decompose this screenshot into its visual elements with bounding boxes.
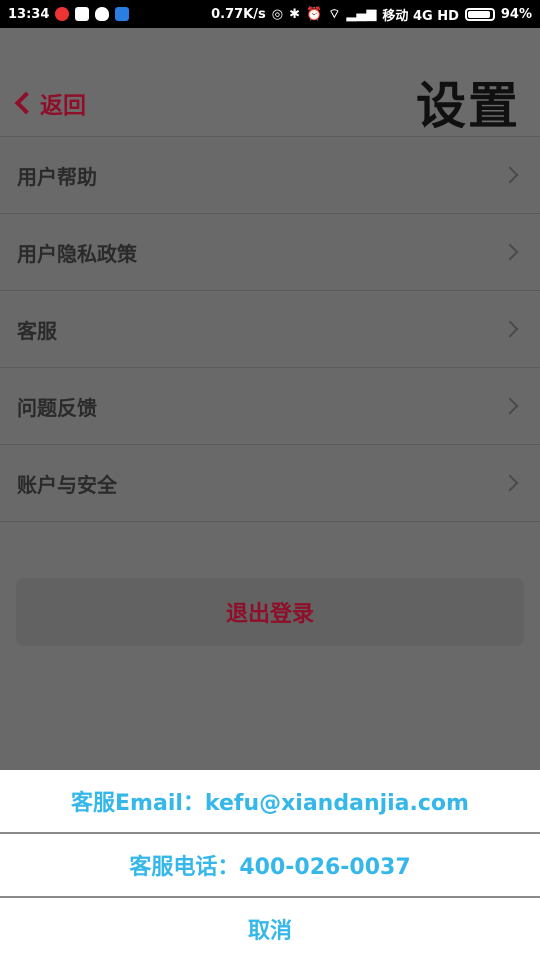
- app-notification-icon: [75, 7, 90, 21]
- wifi-icon: ⌔: [328, 7, 341, 22]
- network-speed: 0.77K/s: [211, 6, 266, 22]
- signal-icon: ▂▄▆: [346, 6, 377, 22]
- menu-item-label: 客服: [17, 318, 57, 343]
- app-icon: [115, 7, 130, 21]
- status-bar: 13:34 0.77K/s ◎ ✱ ⏰ ⌔ ▂▄▆ 移动 4G HD 94%: [0, 0, 540, 28]
- bluetooth-icon: ✱: [289, 6, 300, 22]
- email-option[interactable]: 客服Email：kefu@xiandanjia.com: [0, 770, 540, 832]
- back-button[interactable]: 返回: [12, 86, 86, 120]
- logout-button[interactable]: 退出登录: [16, 578, 524, 646]
- menu-item-label: 用户隐私政策: [17, 241, 137, 266]
- menu-item-account-security[interactable]: 账户与安全: [0, 445, 540, 522]
- contact-action-sheet: 客服Email：kefu@xiandanjia.com 客服电话：400-026…: [0, 770, 540, 960]
- status-time: 13:34: [8, 6, 50, 22]
- hotspot-icon: ◎: [271, 6, 284, 22]
- navigation-header: 返回 设置: [0, 28, 540, 137]
- chevron-right-icon: [501, 243, 519, 261]
- chevron-right-icon: [501, 166, 519, 184]
- menu-item-feedback[interactable]: 问题反馈: [0, 368, 540, 445]
- settings-screen: 13:34 0.77K/s ◎ ✱ ⏰ ⌔ ▂▄▆ 移动 4G HD 94% 返…: [0, 0, 540, 960]
- menu-item-customer-service[interactable]: 客服: [0, 291, 540, 368]
- settings-menu: 用户帮助 用户隐私政策 客服 问题反馈 账户与安全: [0, 137, 540, 522]
- notification-icon: [55, 7, 70, 21]
- carrier-label: 移动 4G HD: [382, 8, 459, 24]
- battery-icon: [464, 7, 495, 21]
- menu-item-label: 问题反馈: [17, 395, 97, 420]
- qq-icon: [95, 7, 110, 21]
- battery-percent: 94%: [500, 6, 532, 22]
- cancel-button[interactable]: 取消: [0, 898, 540, 960]
- chevron-right-icon: [501, 320, 519, 338]
- menu-item-user-help[interactable]: 用户帮助: [0, 137, 540, 214]
- page-title: 设置: [416, 77, 520, 135]
- menu-item-privacy-policy[interactable]: 用户隐私政策: [0, 214, 540, 291]
- menu-item-label: 账户与安全: [17, 472, 117, 497]
- phone-option[interactable]: 客服电话：400-026-0037: [0, 834, 540, 896]
- alarm-icon: ⏰: [306, 6, 323, 22]
- menu-item-label: 用户帮助: [17, 164, 97, 189]
- back-label: 返回: [40, 93, 86, 119]
- chevron-left-icon: [14, 91, 38, 115]
- chevron-right-icon: [501, 474, 519, 492]
- chevron-right-icon: [501, 397, 519, 415]
